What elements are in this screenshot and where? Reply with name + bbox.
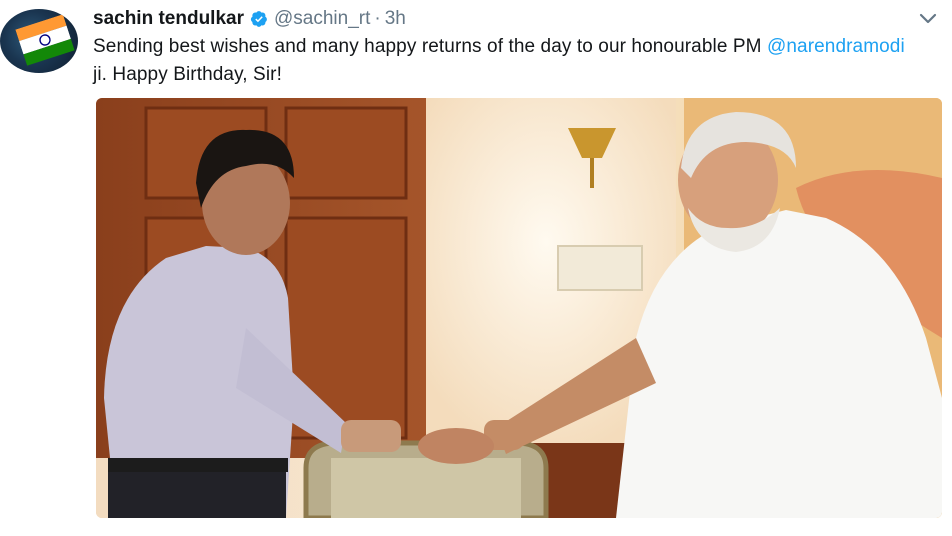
author-name[interactable]: sachin tendulkar	[93, 8, 244, 30]
separator-dot: ·	[374, 8, 381, 29]
tweet-timestamp[interactable]: 3h	[385, 8, 406, 30]
author-handle[interactable]: @sachin_rt	[274, 8, 370, 30]
verified-badge-icon	[250, 11, 267, 27]
mention-link[interactable]: @narendramodi	[767, 36, 905, 57]
tweet-text-part: Sending best wishes and many happy retur…	[93, 36, 767, 57]
chevron-down-icon[interactable]	[918, 12, 938, 26]
avatar[interactable]	[0, 9, 78, 73]
tweet-photo[interactable]	[96, 98, 942, 518]
tweet-text-part: ji. Happy Birthday, Sir!	[93, 64, 282, 85]
photo-illustration	[96, 98, 942, 518]
tweet-header: sachin tendulkar @sachin_rt · 3h	[93, 6, 406, 32]
tweet-text: Sending best wishes and many happy retur…	[93, 33, 913, 89]
flag-icon	[15, 14, 75, 66]
